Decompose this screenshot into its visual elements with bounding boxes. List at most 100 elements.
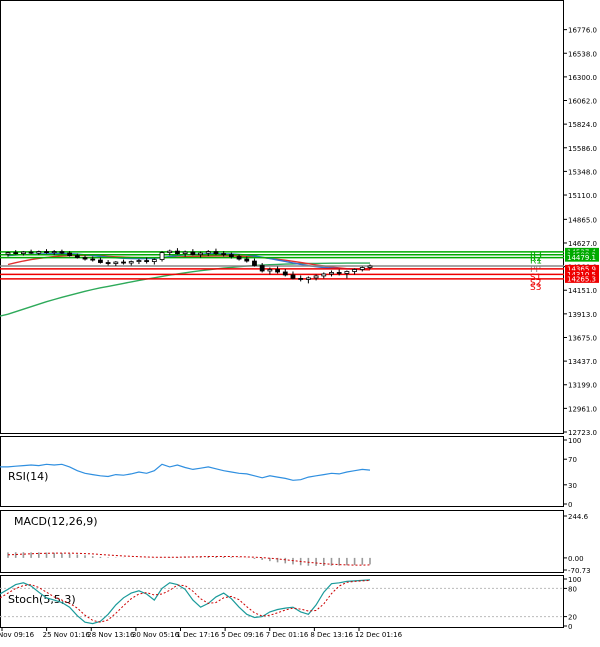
stoch-panel-frame — [0, 575, 564, 628]
macd-title: MACD(12,26,9) — [14, 515, 98, 528]
rsi-tick-label: 0 — [568, 501, 572, 509]
candle-body — [221, 253, 227, 255]
candle-body — [74, 255, 80, 258]
candle-body — [113, 261, 119, 264]
rsi-tick-label: 100 — [568, 437, 581, 445]
time-tick-label: 8 Dec 13:16 — [310, 631, 353, 639]
candle-body — [90, 258, 96, 261]
rsi-title: RSI(14) — [8, 470, 48, 483]
candle-body — [282, 271, 288, 276]
stoch-panel[interactable]: Stoch(5,5,3) 10080200 — [0, 575, 581, 632]
candle-body — [121, 261, 126, 264]
level-tag-s3: S3 — [530, 283, 541, 293]
candle-body — [136, 260, 142, 262]
candle-body — [5, 252, 11, 255]
macd-tick-label: -70.73 — [568, 567, 591, 575]
candle-body — [51, 251, 57, 254]
time-tick-label: 28 Nov 13:16 — [87, 631, 135, 639]
candle-body — [213, 251, 219, 254]
time-axis: Nov 09:16 25 Nov 01:1628 Nov 13:1630 Nov … — [0, 627, 403, 639]
price-panel[interactable]: 16776.0 16538.0 16300.0 16062.0 15824.0 15586… — [0, 0, 599, 438]
time-tick-label: 7 Dec 01:16 — [266, 631, 309, 639]
price-tick-label: 15110.0 — [568, 192, 597, 200]
candle-body — [259, 265, 265, 272]
candle-body — [182, 251, 188, 254]
candle-body — [236, 256, 242, 260]
candle-body — [228, 254, 234, 257]
candle-body — [344, 271, 350, 274]
stoch-tick-label: 0 — [568, 623, 572, 631]
price-tick-label: 13913.0 — [568, 311, 597, 319]
price-y-axis: 16776.0 16538.0 16300.0 16062.0 15824.0 15586… — [563, 27, 597, 437]
macd-panel[interactable]: MACD(12,26,9) 244.6 0.00 -70.73 — [0, 510, 591, 576]
candle-body — [105, 262, 111, 264]
time-tick-label: 25 Nov 01:16 — [43, 631, 91, 639]
level-value-r1: 14479.1 — [567, 254, 596, 262]
candle-body — [98, 259, 103, 263]
candle-body — [252, 260, 257, 266]
price-tick-label: 16300.0 — [568, 74, 597, 82]
price-tick-label: 16776.0 — [568, 27, 597, 35]
time-tick-label: Nov 09:16 — [0, 631, 35, 639]
price-tick-label: 15348.0 — [568, 168, 597, 176]
level-value-s3: 14265.3 — [567, 275, 596, 283]
price-tick-label: 14151.0 — [568, 287, 597, 295]
stoch-tick-label: 80 — [568, 585, 577, 593]
candle-body — [352, 269, 357, 272]
macd-tick-label: 244.6 — [568, 513, 589, 521]
time-tick-label: 1 Dec 17:16 — [177, 631, 220, 639]
time-tick-label: 12 Dec 01:16 — [355, 631, 403, 639]
price-tick-label: 14627.0 — [568, 240, 597, 248]
price-tick-label: 12723.0 — [568, 429, 597, 437]
candle-body — [13, 252, 19, 255]
candle-body — [359, 267, 365, 270]
macd-tick-label: 0.00 — [568, 555, 584, 563]
candle-body — [151, 259, 157, 262]
rsi-y-axis: 100 70 30 0 — [563, 437, 581, 509]
price-tick-label: 13437.0 — [568, 358, 597, 366]
candle-body — [28, 251, 34, 254]
rsi-panel[interactable]: RSI(14) 100 70 30 0 — [0, 436, 581, 510]
price-tick-label: 16062.0 — [568, 98, 597, 106]
candle-body — [313, 275, 319, 279]
price-tick-label: 14865.0 — [568, 216, 597, 224]
stoch-y-axis: 10080 200 — [563, 576, 581, 631]
candle-body — [290, 274, 296, 279]
price-tick-label: 12961.0 — [568, 405, 597, 413]
stoch-tick-label: 100 — [568, 576, 581, 584]
price-tick-label: 16538.0 — [568, 50, 597, 58]
price-panel-frame — [0, 0, 564, 434]
candle-body — [59, 251, 65, 254]
price-tick-label: 13675.0 — [568, 334, 597, 342]
rsi-tick-label: 70 — [568, 456, 577, 464]
time-tick-label: 30 Nov 05:16 — [132, 631, 180, 639]
candle-body — [367, 265, 373, 268]
candle-body — [267, 269, 273, 272]
candle-body — [321, 273, 327, 277]
candle-body — [244, 258, 250, 262]
candle-body — [36, 251, 42, 254]
candle-body — [329, 272, 334, 275]
candle-body — [175, 250, 180, 254]
stoch-tick-label: 20 — [568, 614, 577, 622]
candle-body — [305, 277, 311, 280]
candle-body — [190, 251, 196, 255]
candle-body — [82, 257, 88, 260]
price-tick-label: 13199.0 — [568, 382, 597, 390]
candle-body — [198, 252, 203, 255]
candle-body — [336, 272, 342, 274]
candle-body — [67, 252, 73, 256]
candle-body — [159, 252, 165, 260]
candle-body — [21, 251, 26, 254]
candle-body — [128, 261, 134, 264]
price-tick-label: 15824.0 — [568, 121, 597, 129]
candle-body — [205, 251, 211, 254]
candle-body — [44, 251, 49, 254]
candle-body — [144, 260, 150, 262]
candle-body — [275, 269, 280, 273]
time-tick-label: 5 Dec 09:16 — [221, 631, 264, 639]
macd-y-axis: 244.6 0.00 -70.73 — [563, 513, 591, 575]
rsi-tick-label: 30 — [568, 482, 577, 490]
candle-body — [298, 278, 304, 280]
trading-chart[interactable]: 16776.0 16538.0 16300.0 16062.0 15824.0 15586… — [0, 0, 600, 643]
